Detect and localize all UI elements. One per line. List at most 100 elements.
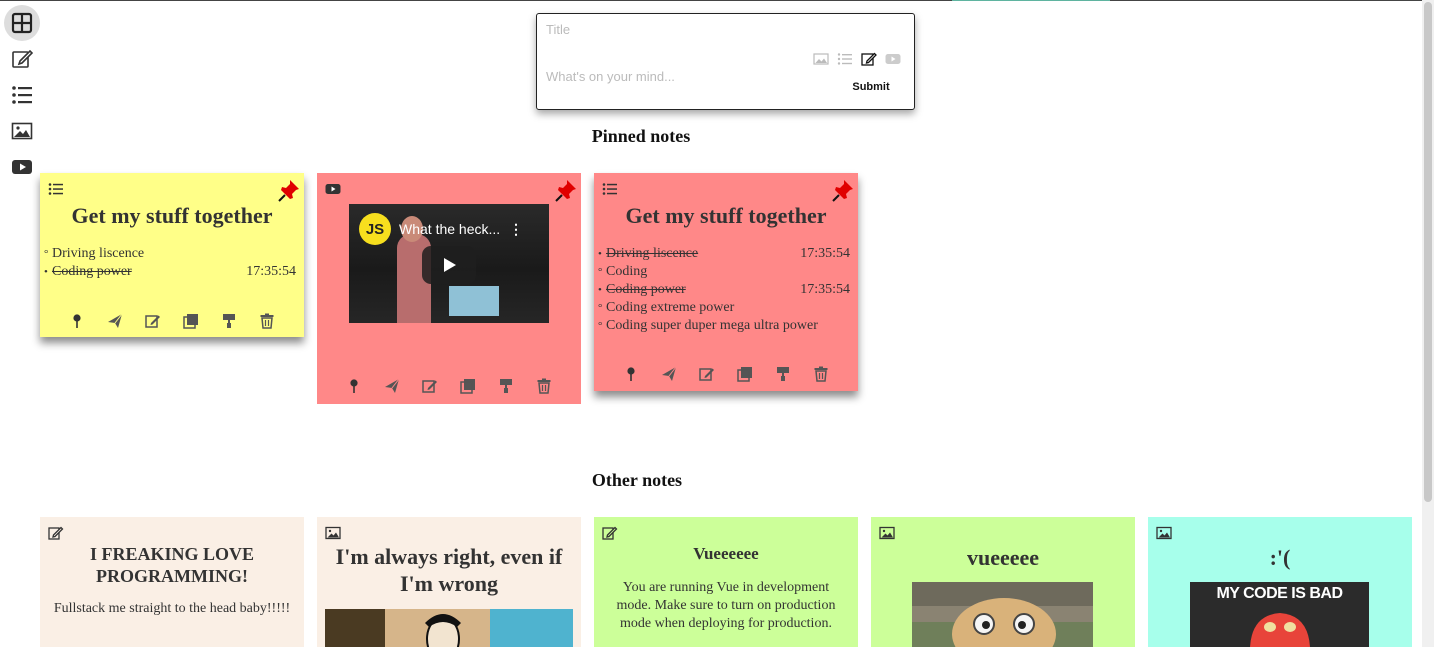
scrollbar[interactable] [1422, 0, 1434, 647]
copy-icon [460, 379, 475, 394]
image-note-card[interactable]: :'( MY CODE IS BAD [1148, 517, 1412, 647]
meme-caption: MY CODE IS BAD [1216, 585, 1343, 602]
pin-button[interactable] [622, 365, 640, 383]
list-item-text: Coding power [606, 282, 686, 297]
copy-button[interactable] [736, 365, 754, 383]
meme-character [1250, 613, 1310, 647]
pin-icon[interactable] [555, 179, 577, 203]
list-item[interactable]: • Driving liscence 17:35:54 [598, 245, 850, 263]
note-title: I'm always right, even if I'm wrong [335, 544, 563, 596]
composer-video-button[interactable] [884, 51, 902, 67]
list-icon [48, 182, 64, 196]
dog-photo [912, 582, 1093, 647]
checklist: ° Driving liscence • Coding power 17:35:54 [44, 245, 296, 281]
pin-icon[interactable] [278, 179, 300, 203]
send-icon [108, 313, 123, 328]
image-note-card[interactable]: vueeeee [871, 517, 1135, 647]
sidebar-video-button[interactable] [4, 149, 40, 185]
list-item[interactable]: ° Coding extreme power [598, 299, 850, 317]
video-thumbnail-screen [449, 286, 499, 316]
sidebar-image-button[interactable] [4, 113, 40, 149]
send-button[interactable] [383, 377, 401, 395]
composer-note-button[interactable] [860, 51, 878, 67]
color-button[interactable] [220, 312, 238, 330]
grid-icon [11, 12, 33, 34]
list-item-text: Coding power [52, 264, 132, 279]
edit-icon [861, 52, 877, 66]
edit-button[interactable] [698, 365, 716, 383]
pinned-video-card[interactable]: JS What the heck... ⋮ [317, 173, 581, 404]
submit-button[interactable]: Submit [842, 78, 900, 96]
image-icon [813, 53, 829, 65]
note-body: Fullstack me straight to the head baby!!… [53, 601, 291, 616]
list-item[interactable]: ° Driving liscence [44, 245, 296, 263]
composer-list-button[interactable] [836, 51, 854, 67]
pushpin-icon [73, 314, 81, 328]
send-button[interactable] [106, 312, 124, 330]
note-image [912, 582, 1093, 647]
pin-button[interactable] [68, 312, 86, 330]
copy-button[interactable] [182, 312, 200, 330]
play-button[interactable] [422, 246, 476, 284]
delete-button[interactable] [258, 312, 276, 330]
note-body: You are running Vue in development mode.… [616, 580, 836, 631]
sidebar-list-button[interactable] [4, 77, 40, 113]
sidebar-grid-button[interactable] [4, 5, 40, 41]
title-input[interactable] [546, 20, 796, 38]
list-item-text: Coding extreme power [606, 300, 735, 315]
video-player[interactable]: JS What the heck... ⋮ [349, 204, 549, 323]
composer-type-icons [812, 51, 902, 67]
note-card[interactable]: Vueeeeee You are running Vue in developm… [594, 517, 858, 647]
pushpin-icon [350, 379, 358, 393]
send-icon [662, 366, 677, 381]
trash-icon [814, 366, 828, 382]
checked-bullet: • [598, 284, 602, 296]
note-image: MY CODE IS BAD [1190, 582, 1369, 647]
note-title: :'( [1269, 545, 1291, 570]
list-item[interactable]: • Coding power 17:35:54 [598, 281, 850, 299]
pinned-section-title: Pinned notes [591, 126, 691, 146]
edit-icon [12, 49, 33, 68]
channel-avatar[interactable]: JS [359, 213, 391, 245]
delete-button[interactable] [535, 377, 553, 395]
list-item[interactable]: ° Coding super duper mega ultra power [598, 317, 850, 335]
pin-button[interactable] [345, 377, 363, 395]
copy-button[interactable] [459, 377, 477, 395]
list-item[interactable]: ° Coding [598, 263, 850, 281]
note-composer: Submit [536, 13, 915, 110]
copy-icon [183, 314, 198, 329]
color-button[interactable] [497, 377, 515, 395]
edit-icon [48, 526, 64, 540]
edit-button[interactable] [144, 312, 162, 330]
list-item[interactable]: • Coding power 17:35:54 [44, 263, 296, 281]
copy-icon [737, 367, 752, 382]
pinned-note-card[interactable]: Get my stuff together • Driving liscence 1… [594, 173, 858, 391]
send-button[interactable] [660, 365, 678, 383]
paint-roller-icon [223, 314, 235, 328]
scrollbar-thumb[interactable] [1424, 2, 1432, 502]
edit-icon [422, 380, 437, 393]
paint-roller-icon [777, 367, 789, 381]
image-icon [879, 526, 895, 540]
trash-icon [260, 313, 274, 329]
pinned-note-card[interactable]: Get my stuff together ° Driving liscence … [40, 173, 304, 337]
more-vert-icon[interactable]: ⋮ [509, 221, 523, 238]
video-icon [325, 182, 341, 196]
list-item-time: 17:35:54 [246, 264, 296, 279]
list-item-time: 17:35:54 [800, 246, 850, 261]
trash-icon [537, 378, 551, 394]
color-button[interactable] [774, 365, 792, 383]
image-note-card[interactable]: I'm always right, even if I'm wrong [317, 517, 581, 647]
video-title[interactable]: What the heck... [399, 221, 500, 237]
note-card[interactable]: I FREAKING LOVE PROGRAMMING! Fullstack m… [40, 517, 304, 647]
edit-button[interactable] [421, 377, 439, 395]
note-title: Get my stuff together [625, 203, 827, 228]
sidebar-note-button[interactable] [4, 41, 40, 77]
top-accent [952, 0, 1110, 1]
delete-button[interactable] [812, 365, 830, 383]
video-icon [12, 160, 32, 174]
play-icon [444, 258, 456, 272]
body-input[interactable] [546, 67, 796, 85]
pin-icon[interactable] [832, 179, 854, 203]
composer-image-button[interactable] [812, 51, 830, 67]
